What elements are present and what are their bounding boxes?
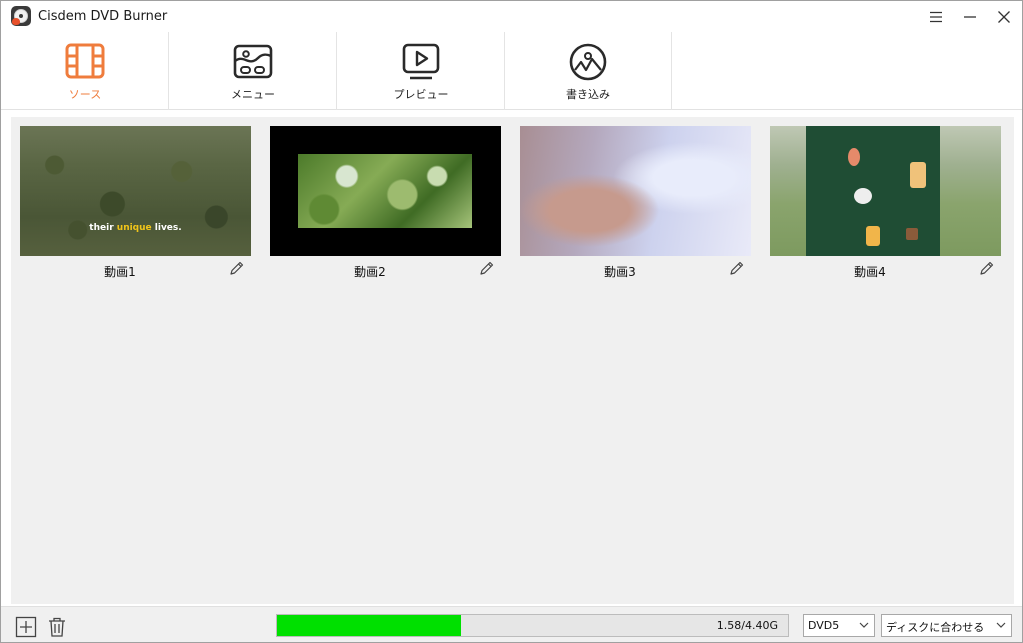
tab-preview[interactable]: プレビュー [337, 32, 505, 110]
tab-label: ソース [68, 88, 102, 101]
edit-pencil-icon[interactable] [729, 260, 745, 276]
capacity-fill [277, 615, 461, 636]
add-icon[interactable] [15, 616, 37, 638]
edit-pencil-icon[interactable] [979, 260, 995, 276]
fit-mode-value: ディスクに合わせる [886, 621, 985, 634]
window-title: Cisdem DVD Burner [38, 9, 168, 24]
app-window: Cisdem DVD Burner ソース メニュー プレビュー 書き込み th… [0, 0, 1023, 643]
edit-pencil-icon[interactable] [479, 260, 495, 276]
thumbnail-subtitle: their unique lives. [89, 223, 182, 233]
video-card[interactable]: 動画4 [770, 126, 1001, 279]
video-name: 動画3 [604, 265, 636, 279]
capacity-text: 1.58/4.40G [716, 619, 778, 632]
minimize-icon[interactable] [953, 1, 987, 32]
tab-label: メニュー [231, 88, 275, 101]
chevron-down-icon [996, 622, 1006, 628]
bottom-bar: 1.58/4.40G DVD5 ディスクに合わせる [1, 606, 1022, 642]
tab-menu[interactable]: メニュー [169, 32, 337, 110]
burn-disc-icon [568, 42, 608, 82]
tab-label: 書き込み [566, 88, 610, 101]
trash-icon[interactable] [46, 616, 68, 638]
video-thumbnail[interactable] [270, 126, 501, 256]
hamburger-menu-icon[interactable] [919, 1, 953, 32]
close-icon[interactable] [987, 1, 1021, 32]
disc-type-value: DVD5 [808, 619, 840, 632]
video-thumbnail[interactable] [520, 126, 751, 256]
title-bar: Cisdem DVD Burner [1, 1, 1022, 32]
tab-burn[interactable]: 書き込み [504, 32, 672, 110]
film-icon [65, 42, 105, 82]
tab-source[interactable]: ソース [1, 32, 169, 110]
edit-pencil-icon[interactable] [229, 260, 245, 276]
preview-play-icon [401, 42, 441, 82]
video-thumbnail[interactable] [770, 126, 1001, 256]
tab-label: プレビュー [393, 88, 449, 101]
app-logo-icon [11, 6, 31, 26]
video-list-area[interactable]: their unique lives. 動画1 動画2 動画3 動画4 [11, 117, 1014, 604]
video-name: 動画2 [354, 265, 386, 279]
fit-mode-select[interactable]: ディスクに合わせる [881, 614, 1012, 637]
main-toolbar: ソース メニュー プレビュー 書き込み [1, 32, 1022, 110]
video-card[interactable]: their unique lives. 動画1 [20, 126, 251, 279]
video-name: 動画4 [854, 265, 886, 279]
video-thumbnail[interactable]: their unique lives. [20, 126, 251, 256]
video-card[interactable]: 動画3 [520, 126, 751, 279]
menu-layout-icon [233, 42, 273, 82]
video-card[interactable]: 動画2 [270, 126, 501, 279]
video-name: 動画1 [104, 265, 136, 279]
disc-type-select[interactable]: DVD5 [803, 614, 875, 637]
disc-capacity-bar: 1.58/4.40G [276, 614, 789, 637]
chevron-down-icon [859, 622, 869, 628]
